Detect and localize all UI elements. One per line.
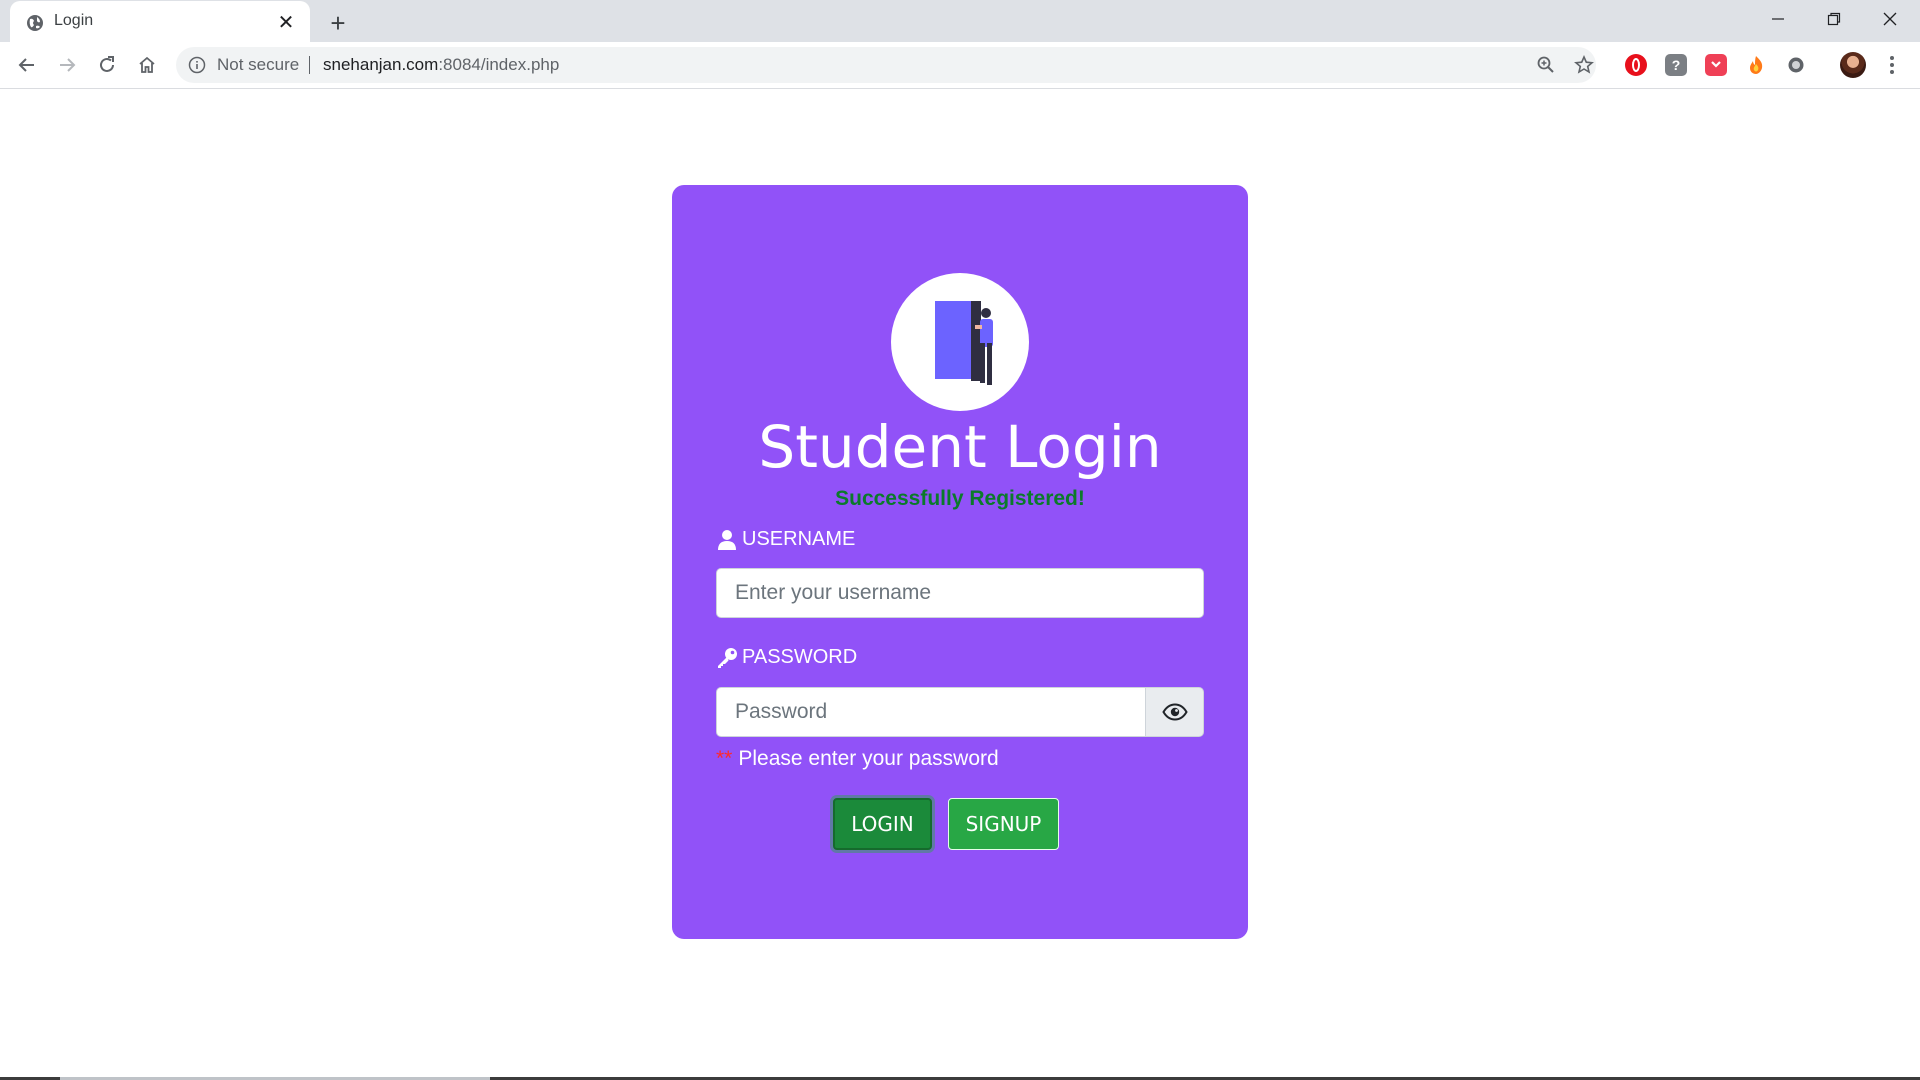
username-input[interactable] <box>716 568 1204 618</box>
browser-menu-icon[interactable] <box>1880 50 1904 80</box>
page-title: Student Login <box>758 413 1162 481</box>
pocket-icon[interactable] <box>1705 54 1727 76</box>
new-tab-button[interactable]: + <box>324 8 352 38</box>
door-person-icon <box>935 301 993 385</box>
url-host: snehanjan.com <box>323 55 439 74</box>
url-path: :8084/index.php <box>438 55 560 74</box>
address-separator <box>309 56 310 74</box>
success-message: Successfully Registered! <box>835 487 1085 510</box>
login-button[interactable]: LOGIN <box>833 798 932 850</box>
required-marker: ** <box>716 747 733 770</box>
restore-icon[interactable] <box>1806 0 1862 38</box>
security-status: Not secure <box>217 55 300 74</box>
close-window-icon[interactable] <box>1862 0 1918 38</box>
key-icon <box>718 647 737 668</box>
login-card: Student Login Successfully Registered! U… <box>672 185 1248 939</box>
browser-tab-strip: Login ✕ + <box>0 0 1920 42</box>
browser-toolbar: Not secure snehanjan.com:8084/index.php … <box>0 42 1920 89</box>
reload-icon[interactable] <box>91 49 123 81</box>
eye-icon <box>1161 703 1188 721</box>
home-icon[interactable] <box>131 49 163 81</box>
browser-tab-login[interactable]: Login ✕ <box>10 1 310 42</box>
profile-avatar[interactable] <box>1840 52 1866 78</box>
zoom-icon[interactable] <box>1536 55 1556 75</box>
username-label-text: USERNAME <box>742 528 856 550</box>
bookmark-star-icon[interactable] <box>1574 55 1594 75</box>
password-label: PASSWORD <box>716 646 857 669</box>
help-extension-icon[interactable]: ? <box>1665 54 1687 76</box>
record-extension-icon[interactable] <box>1785 54 1807 76</box>
username-label: USERNAME <box>716 528 855 551</box>
forward-icon[interactable] <box>51 49 83 81</box>
globe-icon <box>27 15 43 31</box>
opera-icon[interactable] <box>1625 54 1647 76</box>
show-password-button[interactable] <box>1145 687 1204 737</box>
login-logo <box>891 273 1029 411</box>
tab-close-icon[interactable]: ✕ <box>276 12 296 34</box>
user-icon <box>718 529 736 550</box>
tab-title: Login <box>54 12 94 29</box>
password-label-text: PASSWORD <box>742 646 858 668</box>
minimize-icon[interactable] <box>1750 0 1806 38</box>
password-hint: ** Please enter your password <box>716 747 999 771</box>
info-icon[interactable] <box>188 56 206 74</box>
password-input-group <box>716 687 1204 737</box>
password-hint-text: Please enter your password <box>738 747 999 770</box>
fire-extension-icon[interactable] <box>1745 54 1767 76</box>
back-icon[interactable] <box>11 49 43 81</box>
password-input[interactable] <box>716 687 1146 737</box>
signup-button[interactable]: SIGNUP <box>948 798 1059 850</box>
address-bar[interactable]: Not secure snehanjan.com:8084/index.php <box>176 47 1596 83</box>
url-text[interactable]: snehanjan.com:8084/index.php <box>323 55 559 75</box>
